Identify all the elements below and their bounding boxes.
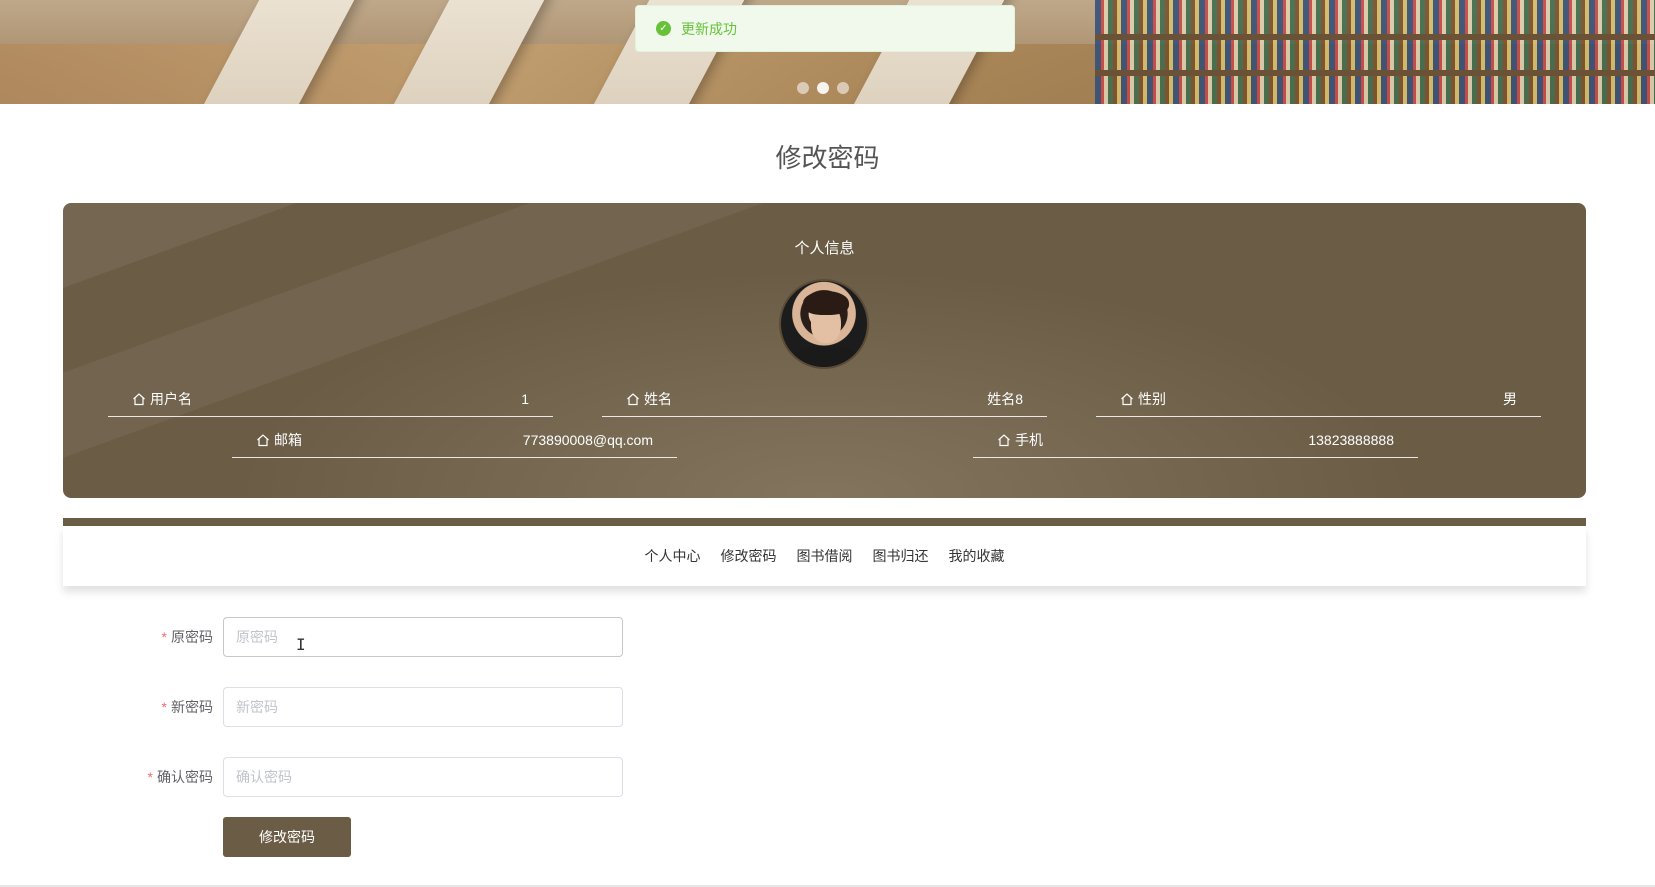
tab-book-borrow[interactable]: 图书借阅 [797, 542, 853, 570]
field-label: 性别 [1138, 390, 1166, 407]
text-cursor-icon: I [296, 635, 306, 654]
home-icon [133, 392, 145, 405]
form-row-new-password: * 新密码 [0, 687, 623, 727]
change-password-submit-button[interactable]: 修改密码 [223, 817, 351, 857]
new-password-label-text: 新密码 [171, 699, 213, 715]
required-mark: * [161, 699, 167, 715]
field-label: 邮箱 [274, 431, 302, 448]
carousel-dot[interactable] [797, 82, 809, 94]
confirm-password-label-text: 确认密码 [157, 769, 213, 785]
profile-card: 个人信息 用户名 1 姓名 姓名8 性别 男 邮箱 773890008@qq.c… [63, 203, 1586, 498]
carousel-dot-active[interactable] [817, 82, 829, 94]
required-mark: * [161, 629, 167, 645]
field-value: 773890008@qq.com [522, 431, 653, 448]
field-label: 用户名 [150, 390, 192, 407]
tab-band [63, 518, 1586, 526]
required-mark: * [147, 769, 153, 785]
tab-change-password[interactable]: 修改密码 [721, 542, 777, 570]
tab-personal-center[interactable]: 个人中心 [645, 542, 701, 570]
home-icon [998, 433, 1010, 446]
form-row-old-password: * 原密码 [0, 617, 623, 657]
toast-message: 更新成功 [681, 20, 737, 37]
profile-card-title: 个人信息 [794, 240, 855, 257]
home-icon [627, 392, 639, 405]
field-value: 男 [1503, 390, 1517, 407]
success-toast: ✓ 更新成功 [635, 5, 1015, 52]
page-title: 修改密码 [775, 143, 880, 173]
banner-bookshelf [1095, 0, 1655, 104]
old-password-input[interactable] [223, 617, 623, 657]
old-password-label: * 原密码 [0, 627, 223, 647]
profile-field-name: 姓名 姓名8 [602, 381, 1047, 417]
user-center-tabs: 个人中心 修改密码 图书借阅 图书归还 我的收藏 [63, 526, 1586, 586]
profile-field-username: 用户名 1 [108, 381, 553, 417]
tab-book-return[interactable]: 图书归还 [873, 542, 929, 570]
banner-shelf-band [1095, 70, 1655, 76]
home-icon [257, 433, 269, 446]
avatar [779, 279, 869, 369]
field-value: 13823888888 [1308, 431, 1394, 448]
carousel-dot[interactable] [837, 82, 849, 94]
carousel-indicators [797, 82, 849, 94]
profile-field-email: 邮箱 773890008@qq.com [232, 422, 677, 458]
check-circle-icon: ✓ [656, 21, 671, 36]
confirm-password-label: * 确认密码 [0, 767, 223, 787]
field-value: 1 [521, 390, 529, 407]
home-icon [1121, 392, 1133, 405]
new-password-label: * 新密码 [0, 697, 223, 717]
field-value: 姓名8 [987, 390, 1023, 407]
banner-shelf-band [1095, 34, 1655, 40]
form-row-confirm-password: * 确认密码 [0, 757, 623, 797]
tab-my-favorites[interactable]: 我的收藏 [949, 542, 1005, 570]
confirm-password-input[interactable] [223, 757, 623, 797]
old-password-label-text: 原密码 [171, 629, 213, 645]
new-password-input[interactable] [223, 687, 623, 727]
field-label: 手机 [1015, 431, 1043, 448]
profile-field-phone: 手机 13823888888 [973, 422, 1418, 458]
profile-field-gender: 性别 男 [1096, 381, 1541, 417]
field-label: 姓名 [644, 390, 672, 407]
